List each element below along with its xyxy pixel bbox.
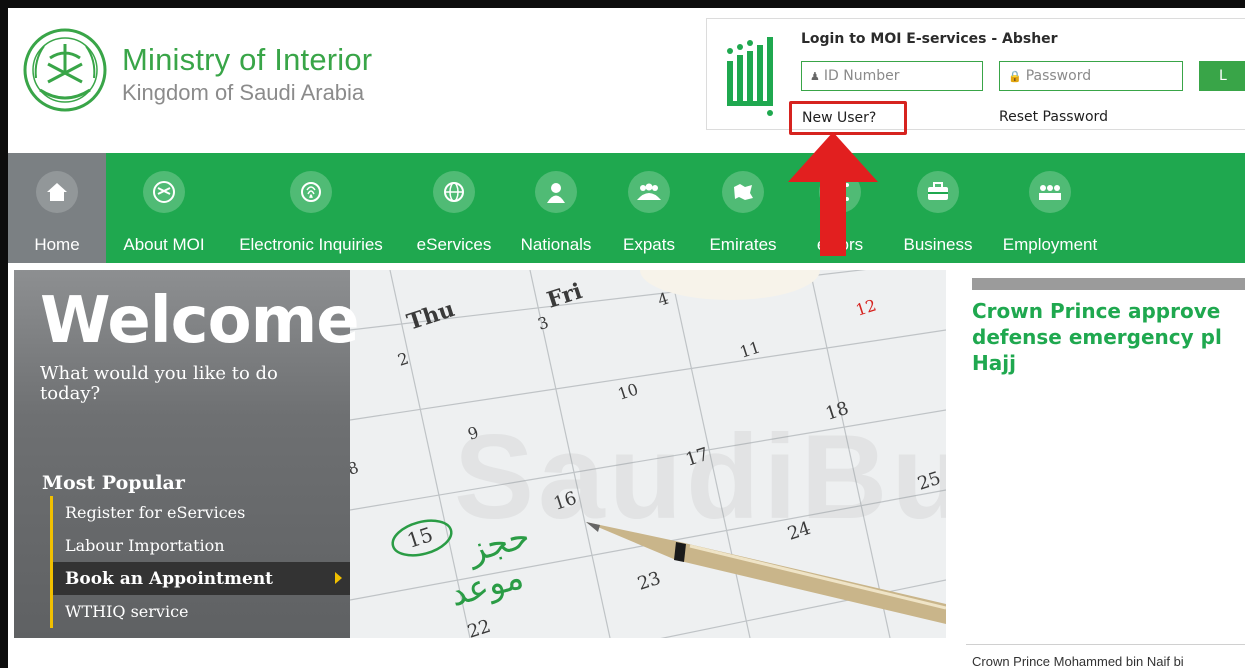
chevron-right-icon [335, 572, 342, 584]
nav-label-electronic-inquiries: Electronic Inquiries [239, 235, 383, 254]
home-icon [36, 171, 78, 213]
nav-label-expats: Expats [623, 235, 675, 254]
popular-item-register[interactable]: Register for eServices [50, 496, 350, 529]
nav-label-emirates: Emirates [709, 235, 777, 254]
red-arrow-annotation [788, 132, 878, 256]
welcome-title: Welcome [40, 284, 360, 358]
password-input[interactable]: 🔒 Password [999, 61, 1183, 91]
nav-label-about-moi: About MOI [123, 235, 205, 254]
team-icon [1029, 171, 1071, 213]
site-title[interactable]: Ministry of Interior [122, 42, 372, 78]
popular-item-label: Book an Appointment [65, 568, 274, 589]
nav-item-employment[interactable]: Employment [988, 153, 1112, 263]
id-number-input[interactable]: ♟ ID Number [801, 61, 983, 91]
reset-password-link[interactable]: Reset Password [999, 109, 1108, 125]
nav-label-business: Business [903, 235, 973, 254]
nav-item-expats[interactable]: Expats [604, 153, 694, 263]
person-icon [535, 171, 577, 213]
user-icon: ♟ [810, 69, 820, 83]
news-divider [966, 644, 1245, 645]
most-popular-list: Register for eServices Labour Importatio… [50, 496, 350, 628]
site-subtitle: Kingdom of Saudi Arabia [122, 80, 365, 105]
nav-item-business[interactable]: Business [888, 153, 988, 263]
group-icon [628, 171, 670, 213]
nav-label-home: Home [34, 235, 80, 254]
popular-item-book-appointment[interactable]: Book an Appointment [50, 562, 350, 595]
nav-label-eservices: eServices [416, 235, 492, 254]
nav-item-about-moi[interactable]: About MOI [106, 153, 222, 263]
nav-item-eservices[interactable]: eServices [400, 153, 508, 263]
ministry-emblem-icon[interactable] [20, 20, 110, 120]
news-caption[interactable]: Crown Prince Mohammed bin Naif bi [972, 654, 1184, 668]
nav-item-home[interactable]: Home [8, 153, 106, 263]
globe-fingerprint-icon [290, 171, 332, 213]
news-slider-bar [972, 278, 1245, 290]
popular-item-wthiq[interactable]: WTHIQ service [50, 595, 350, 628]
nav-item-nationals[interactable]: Nationals [508, 153, 604, 263]
login-title: Login to MOI E-services - Absher [801, 31, 1058, 47]
new-user-link[interactable]: New User? [789, 101, 907, 135]
nav-label-employment: Employment [1002, 235, 1098, 254]
nav-item-electronic-inquiries[interactable]: Electronic Inquiries [222, 153, 400, 263]
nav-label-nationals: Nationals [520, 235, 592, 254]
site-header: Ministry of Interior Kingdom of Saudi Ar… [8, 8, 1245, 153]
briefcase-icon [917, 171, 959, 213]
welcome-subtitle: What would you like to do today? [40, 363, 278, 404]
globe-icon [433, 171, 475, 213]
main-nav: Home About MOI Electronic Inquiries eSer… [8, 153, 1245, 263]
map-icon [722, 171, 764, 213]
news-headline[interactable]: Crown Prince approve defense emergency p… [972, 298, 1245, 376]
page-frame: Ministry of Interior Kingdom of Saudi Ar… [0, 0, 1245, 668]
most-popular-title: Most Popular [42, 472, 185, 494]
login-box: Login to MOI E-services - Absher ♟ ID Nu… [706, 18, 1245, 135]
watermark: SaudiBuzz [454, 410, 946, 544]
popular-item-labour-importation[interactable]: Labour Importation [50, 529, 350, 562]
hero-banner: Thu Fri 2 3 4 8 9 10 11 12 15 16 17 18 2… [14, 270, 946, 638]
password-placeholder: Password [1025, 68, 1092, 84]
lock-icon: 🔒 [1008, 69, 1022, 83]
emblem-icon [143, 171, 185, 213]
nav-item-emirates[interactable]: Emirates [694, 153, 792, 263]
id-number-placeholder: ID Number [823, 68, 900, 84]
absher-logo-icon [727, 37, 773, 116]
login-button[interactable]: L [1199, 61, 1245, 91]
